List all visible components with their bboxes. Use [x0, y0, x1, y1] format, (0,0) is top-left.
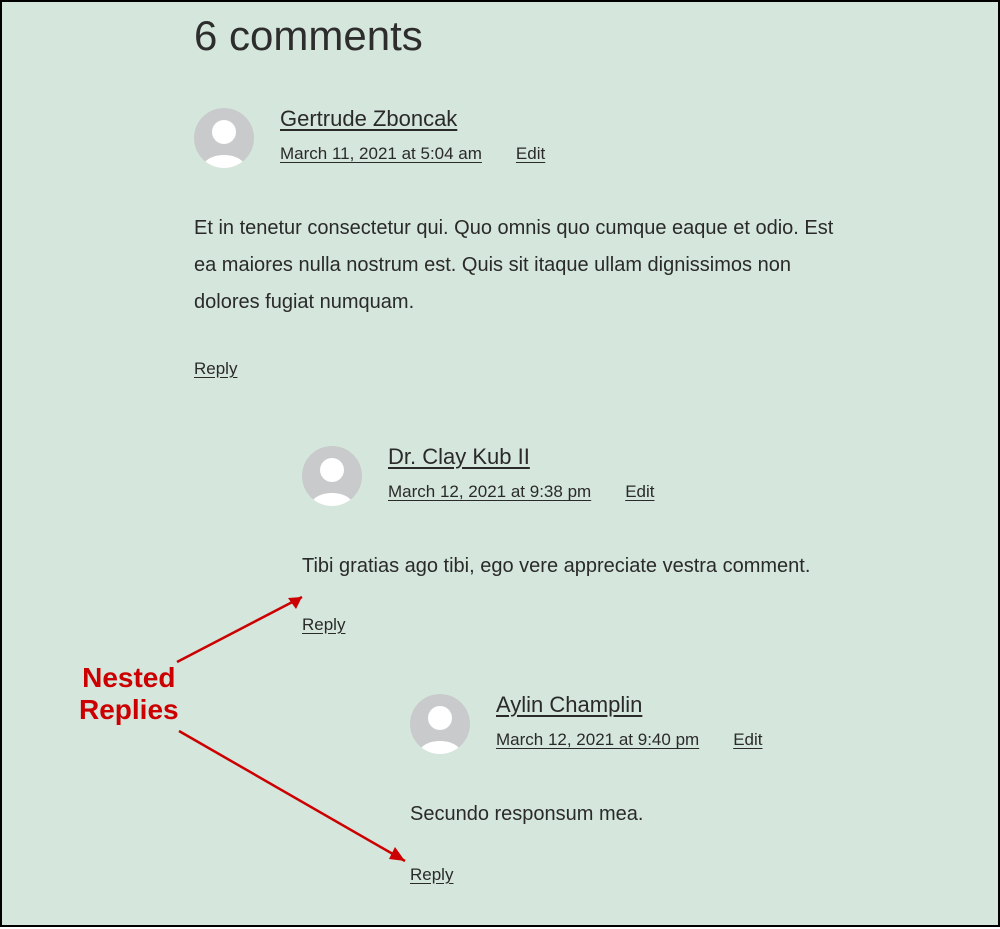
reply-link[interactable]: Reply — [410, 865, 453, 884]
person-icon — [410, 694, 470, 754]
comment-header: Aylin Champlin March 12, 2021 at 9:40 pm… — [410, 692, 978, 754]
comment-meta: Dr. Clay Kub II March 12, 2021 at 9:38 p… — [388, 444, 654, 502]
annotation-label: Nested Replies — [79, 662, 179, 726]
comment-author-link[interactable]: Gertrude Zboncak — [280, 106, 545, 132]
avatar — [302, 446, 362, 506]
avatar — [410, 694, 470, 754]
comment: Dr. Clay Kub II March 12, 2021 at 9:38 p… — [302, 444, 978, 635]
comment-body: Tibi gratias ago tibi, ego vere apprecia… — [302, 548, 892, 585]
comment-author-link[interactable]: Aylin Champlin — [496, 692, 762, 718]
edit-link[interactable]: Edit — [516, 144, 545, 164]
comment-subline: March 12, 2021 at 9:40 pm Edit — [496, 730, 762, 750]
arrow-head-icon — [389, 847, 405, 861]
reply-link[interactable]: Reply — [302, 615, 345, 634]
comments-section: 6 comments Gertrude Zboncak March 11, 20… — [2, 2, 998, 925]
reply-row: Reply — [410, 865, 978, 885]
avatar — [194, 108, 254, 168]
reply-link[interactable]: Reply — [194, 359, 237, 378]
reply-row: Reply — [194, 359, 978, 379]
arrow-line — [177, 597, 302, 662]
comment-body: Et in tenetur consectetur qui. Quo omnis… — [194, 210, 859, 321]
edit-link[interactable]: Edit — [733, 730, 762, 750]
comment-body: Secundo responsum mea. — [410, 796, 978, 833]
arrow-head-icon — [288, 597, 302, 609]
comment-timestamp-link[interactable]: March 12, 2021 at 9:38 pm — [388, 482, 591, 502]
comment-header: Dr. Clay Kub II March 12, 2021 at 9:38 p… — [302, 444, 978, 506]
comment-author-link[interactable]: Dr. Clay Kub II — [388, 444, 654, 470]
comments-heading: 6 comments — [194, 12, 423, 60]
person-icon — [194, 108, 254, 168]
comment-timestamp-link[interactable]: March 12, 2021 at 9:40 pm — [496, 730, 699, 750]
comment-meta: Aylin Champlin March 12, 2021 at 9:40 pm… — [496, 692, 762, 750]
edit-link[interactable]: Edit — [625, 482, 654, 502]
reply-row: Reply — [302, 615, 978, 635]
comment-meta: Gertrude Zboncak March 11, 2021 at 5:04 … — [280, 106, 545, 164]
screenshot-frame: 6 comments Gertrude Zboncak March 11, 20… — [0, 0, 1000, 927]
comment-subline: March 12, 2021 at 9:38 pm Edit — [388, 482, 654, 502]
person-icon — [302, 446, 362, 506]
arrow-line — [179, 731, 405, 861]
comment: Gertrude Zboncak March 11, 2021 at 5:04 … — [194, 106, 978, 379]
comment: Aylin Champlin March 12, 2021 at 9:40 pm… — [410, 692, 978, 885]
comment-header: Gertrude Zboncak March 11, 2021 at 5:04 … — [194, 106, 978, 168]
comment-timestamp-link[interactable]: March 11, 2021 at 5:04 am — [280, 144, 482, 164]
comment-subline: March 11, 2021 at 5:04 am Edit — [280, 144, 545, 164]
